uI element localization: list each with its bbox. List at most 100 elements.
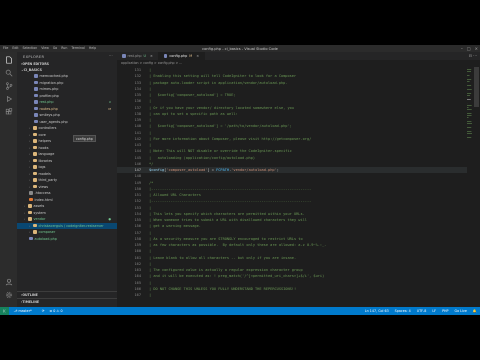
php-file-icon bbox=[163, 54, 168, 58]
tree-item-label: libraries bbox=[38, 158, 53, 163]
title-bar: File Edit Selection View Go Run Terminal Help c… bbox=[0, 45, 480, 52]
close-icon[interactable]: × bbox=[475, 46, 478, 51]
tab-rest-php[interactable]: rest.php U × bbox=[117, 52, 159, 60]
tree-item-label: mimes.php bbox=[39, 87, 59, 91]
tree-item-label: hooks bbox=[38, 145, 49, 150]
minimap-line bbox=[467, 85, 472, 86]
split-editor-icon[interactable]: ⊟ ··· bbox=[469, 53, 477, 58]
files-icon[interactable] bbox=[4, 55, 13, 64]
line-number: 167 bbox=[134, 293, 142, 297]
end-of-line[interactable]: LF bbox=[432, 307, 436, 315]
code-line[interactable]: 167 | bbox=[117, 292, 467, 298]
folder-icon bbox=[33, 139, 37, 143]
tree-item-label: memcached.php bbox=[39, 74, 68, 78]
tree-item-label: controllers bbox=[38, 126, 57, 130]
branch-name: master* bbox=[18, 309, 32, 313]
encoding[interactable]: UTF-8 bbox=[417, 307, 427, 315]
maximize-icon[interactable]: □ bbox=[467, 46, 471, 51]
tree-item-label: chriskacerguis / codeigniter-restserver bbox=[38, 223, 104, 228]
tree-item-label: vendor bbox=[33, 217, 46, 221]
editor-tabs: rest.php U × config.php M × bbox=[117, 52, 480, 60]
tree-item-label: index.html bbox=[34, 197, 53, 202]
cursor-position[interactable]: Ln 147, Col 63 bbox=[365, 307, 389, 315]
timeline-section[interactable]: ›TIMELINE bbox=[17, 298, 117, 304]
tree-item-label: user_agents.php bbox=[39, 119, 68, 124]
go-live-button[interactable]: Go Live bbox=[455, 307, 467, 315]
letterbox-top bbox=[0, 0, 480, 45]
indentation[interactable]: Spaces: 4 bbox=[395, 307, 411, 315]
code-editor[interactable]: 131 | 132 | Enabling this setting will tell… bbox=[117, 67, 467, 302]
minimap[interactable] bbox=[467, 67, 472, 302]
code-text: | bbox=[149, 293, 152, 297]
tree-item-label: logs bbox=[38, 165, 46, 169]
minimap-line bbox=[467, 117, 469, 118]
tree-item-label: rest.php bbox=[39, 100, 54, 104]
sync-icon[interactable]: ⟳ bbox=[42, 307, 45, 315]
folder-icon bbox=[28, 210, 32, 215]
source-control-icon[interactable] bbox=[4, 81, 13, 90]
extensions-icon[interactable] bbox=[4, 107, 13, 116]
minimap-line bbox=[467, 81, 470, 82]
tree-item-label: core bbox=[38, 132, 46, 137]
folder-icon bbox=[33, 184, 37, 189]
breadcrumb[interactable]: application > config > config.php > ... bbox=[121, 61, 182, 65]
close-icon[interactable]: × bbox=[196, 54, 199, 58]
editor-scrollbar[interactable] bbox=[474, 67, 479, 107]
minimize-icon[interactable]: – bbox=[461, 46, 463, 51]
tree-item-label: system bbox=[33, 210, 46, 215]
tab-config-php[interactable]: config.php M × bbox=[158, 52, 206, 60]
file-icon bbox=[34, 87, 38, 91]
language-mode[interactable]: PHP bbox=[442, 307, 448, 315]
outline-section[interactable]: ›OUTLINE bbox=[17, 291, 117, 297]
explorer-title: EXPLORER bbox=[23, 55, 45, 59]
notifications-icon[interactable]: 🔔 bbox=[473, 307, 477, 315]
folder-icon bbox=[33, 165, 37, 169]
minimap-line bbox=[467, 123, 472, 124]
file-icon bbox=[29, 197, 33, 202]
branch-indicator[interactable]: ⎇ master* bbox=[14, 307, 37, 315]
tab-git-status: M bbox=[189, 54, 193, 58]
hover-tooltip: config.php bbox=[73, 135, 96, 142]
tree-item-label: assets bbox=[33, 204, 45, 208]
activity-bar bbox=[0, 52, 17, 307]
tree-item-label: helpers bbox=[38, 139, 52, 143]
search-icon[interactable] bbox=[4, 68, 13, 77]
tree-item-label: migration.php bbox=[39, 80, 64, 85]
tree-item-label: language bbox=[38, 152, 55, 156]
file-item[interactable]: autoload.php bbox=[17, 236, 117, 243]
minimap-line bbox=[467, 109, 472, 110]
minimap-line bbox=[467, 133, 472, 134]
file-icon bbox=[34, 113, 38, 117]
folder-icon bbox=[33, 223, 37, 228]
run-debug-icon[interactable] bbox=[4, 94, 13, 103]
file-icon bbox=[34, 100, 38, 104]
folder-icon bbox=[33, 178, 37, 182]
minimap-line bbox=[467, 69, 472, 70]
more-actions-icon[interactable]: ··· bbox=[109, 54, 113, 58]
tree-item-label: smileys.php bbox=[39, 113, 60, 117]
file-icon bbox=[29, 236, 33, 241]
account-icon[interactable] bbox=[4, 277, 13, 286]
minimap-line bbox=[467, 71, 471, 72]
file-icon bbox=[34, 74, 38, 78]
tree-item-label: autoload.php bbox=[34, 236, 57, 241]
remote-icon[interactable]: ⟩⟨ bbox=[0, 307, 9, 315]
folder-icon bbox=[33, 171, 37, 176]
tab-label: config.php bbox=[169, 54, 188, 58]
file-icon bbox=[34, 80, 38, 85]
settings-icon[interactable] bbox=[4, 290, 13, 299]
problems-indicator[interactable]: ⊗ 0 ⚠ 0 bbox=[49, 307, 62, 315]
window-title: config.php - ci_basics - Visual Studio C… bbox=[202, 46, 278, 51]
tree-item-label: routes.php bbox=[39, 106, 58, 111]
folder-icon bbox=[33, 126, 37, 130]
close-icon[interactable]: × bbox=[150, 54, 153, 58]
minimap-line bbox=[467, 89, 472, 90]
minimap-line bbox=[467, 115, 472, 116]
open-editors-label: OPEN EDITORS bbox=[22, 62, 49, 66]
status-bar: ⟩⟨ ⎇ master* ⟳ ⊗ 0 ⚠ 0 Ln 147, Col 63 Sp… bbox=[0, 307, 480, 315]
folder-icon bbox=[33, 152, 37, 156]
outline-label: OUTLINE bbox=[22, 293, 38, 297]
tree-item-label: profiler.php bbox=[39, 93, 59, 98]
vscode-window: File Edit Selection View Go Run Terminal Help c… bbox=[0, 45, 480, 315]
tree-item-label: .htaccess bbox=[34, 191, 51, 195]
